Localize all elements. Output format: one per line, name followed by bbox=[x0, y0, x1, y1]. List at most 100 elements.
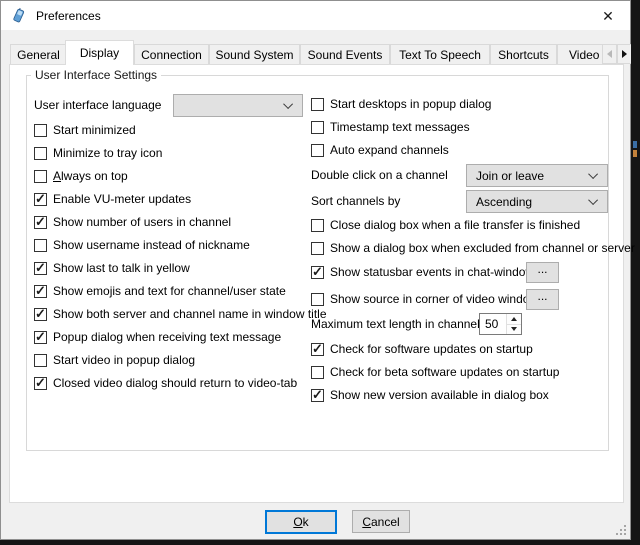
vu-meter-checkbox[interactable] bbox=[34, 193, 47, 206]
auto-expand-row: Auto expand channels bbox=[311, 142, 449, 158]
always-on-top-label[interactable]: Always on top bbox=[53, 169, 128, 183]
start-video-popup-label[interactable]: Start video in popup dialog bbox=[53, 353, 195, 367]
server-channel-title-label[interactable]: Show both server and channel name in win… bbox=[53, 307, 327, 321]
window-title: Preferences bbox=[36, 9, 101, 23]
vu-meter-row: Enable VU-meter updates bbox=[34, 191, 191, 207]
statusbar-events-more-button[interactable]: ... bbox=[526, 262, 559, 283]
title-bar[interactable]: Preferences ✕ bbox=[1, 1, 630, 30]
close-file-transfer-label[interactable]: Close dialog box when a file transfer is… bbox=[330, 218, 580, 232]
timestamp-checkbox[interactable] bbox=[311, 121, 324, 134]
tab-display[interactable]: Display bbox=[65, 40, 134, 65]
double-click-combobox[interactable]: Join or leave bbox=[466, 164, 608, 187]
spin-down-icon bbox=[511, 327, 517, 331]
start-video-popup-checkbox[interactable] bbox=[34, 354, 47, 367]
always-on-top-checkbox[interactable] bbox=[34, 170, 47, 183]
server-channel-title-row: Show both server and channel name in win… bbox=[34, 306, 327, 322]
max-text-length-spinner[interactable]: 50 bbox=[479, 313, 522, 335]
software-updates-checkbox[interactable] bbox=[311, 343, 324, 356]
timestamp-label[interactable]: Timestamp text messages bbox=[330, 120, 470, 134]
cancel-button[interactable]: Cancel bbox=[352, 510, 410, 533]
language-combobox[interactable] bbox=[173, 94, 303, 117]
popup-text-message-label[interactable]: Popup dialog when receiving text message bbox=[53, 330, 281, 344]
tab-connection[interactable]: Connection bbox=[134, 44, 209, 64]
tab-scroll-left-icon bbox=[607, 50, 612, 58]
statusbar-events-label[interactable]: Show statusbar events in chat-window bbox=[330, 265, 534, 279]
tab-video[interactable]: Video bbox=[557, 44, 603, 64]
emojis-checkbox[interactable] bbox=[34, 285, 47, 298]
closed-video-return-checkbox[interactable] bbox=[34, 377, 47, 390]
username-instead-checkbox[interactable] bbox=[34, 239, 47, 252]
max-text-length-value[interactable]: 50 bbox=[480, 314, 506, 334]
always-on-top-row: Always on top bbox=[34, 168, 128, 184]
video-source-checkbox[interactable] bbox=[311, 293, 324, 306]
popup-text-message-checkbox[interactable] bbox=[34, 331, 47, 344]
beta-updates-checkbox[interactable] bbox=[311, 366, 324, 379]
beta-updates-label[interactable]: Check for beta software updates on start… bbox=[330, 365, 559, 379]
spin-down-button[interactable] bbox=[507, 324, 521, 335]
beta-updates-row: Check for beta software updates on start… bbox=[311, 364, 559, 380]
username-instead-row: Show username instead of nickname bbox=[34, 237, 250, 253]
emojis-row: Show emojis and text for channel/user st… bbox=[34, 283, 286, 299]
timestamp-row: Timestamp text messages bbox=[311, 119, 470, 135]
spinner-buttons bbox=[506, 314, 521, 334]
new-version-dialog-row: Show new version available in dialog box bbox=[311, 387, 549, 403]
language-label: User interface language bbox=[34, 98, 161, 112]
start-minimized-checkbox[interactable] bbox=[34, 124, 47, 137]
excluded-dialog-row: Show a dialog box when excluded from cha… bbox=[311, 240, 635, 256]
sort-channels-value: Ascending bbox=[476, 195, 591, 209]
last-to-talk-label[interactable]: Show last to talk in yellow bbox=[53, 261, 190, 275]
max-text-length-label: Maximum text length in channel list bbox=[311, 317, 498, 331]
sort-channels-label: Sort channels by bbox=[311, 194, 400, 208]
minimize-to-tray-row: Minimize to tray icon bbox=[34, 145, 162, 161]
minimize-to-tray-label[interactable]: Minimize to tray icon bbox=[53, 146, 162, 160]
users-in-channel-checkbox[interactable] bbox=[34, 216, 47, 229]
start-minimized-row: Start minimized bbox=[34, 122, 136, 138]
start-video-popup-row: Start video in popup dialog bbox=[34, 352, 195, 368]
spin-up-button[interactable] bbox=[507, 314, 521, 324]
software-updates-label[interactable]: Check for software updates on startup bbox=[330, 342, 533, 356]
emojis-label[interactable]: Show emojis and text for channel/user st… bbox=[53, 284, 286, 298]
tab-sound-system[interactable]: Sound System bbox=[209, 44, 300, 64]
spin-up-icon bbox=[511, 317, 517, 321]
video-source-label[interactable]: Show source in corner of video window bbox=[330, 292, 538, 306]
tab-text-to-speech[interactable]: Text To Speech bbox=[390, 44, 490, 64]
username-instead-label[interactable]: Show username instead of nickname bbox=[53, 238, 250, 252]
tab-scroll-right-button[interactable] bbox=[617, 44, 631, 64]
start-desktops-row: Start desktops in popup dialog bbox=[311, 96, 491, 112]
users-in-channel-row: Show number of users in channel bbox=[34, 214, 231, 230]
excluded-dialog-label[interactable]: Show a dialog box when excluded from cha… bbox=[330, 241, 635, 255]
closed-video-return-row: Closed video dialog should return to vid… bbox=[34, 375, 297, 391]
tab-scroll-right-icon bbox=[622, 50, 627, 58]
last-to-talk-row: Show last to talk in yellow bbox=[34, 260, 190, 276]
last-to-talk-checkbox[interactable] bbox=[34, 262, 47, 275]
users-in-channel-label[interactable]: Show number of users in channel bbox=[53, 215, 231, 229]
start-desktops-label[interactable]: Start desktops in popup dialog bbox=[330, 97, 491, 111]
close-icon[interactable]: ✕ bbox=[596, 5, 620, 27]
vu-meter-label[interactable]: Enable VU-meter updates bbox=[53, 192, 191, 206]
minimize-to-tray-checkbox[interactable] bbox=[34, 147, 47, 160]
tab-general[interactable]: General bbox=[10, 44, 67, 64]
new-version-dialog-checkbox[interactable] bbox=[311, 389, 324, 402]
background-artifact bbox=[633, 141, 637, 148]
video-source-row: Show source in corner of video window bbox=[311, 291, 538, 307]
tab-sound-events[interactable]: Sound Events bbox=[300, 44, 390, 64]
tab-shortcuts[interactable]: Shortcuts bbox=[490, 44, 557, 64]
auto-expand-checkbox[interactable] bbox=[311, 144, 324, 157]
close-file-transfer-checkbox[interactable] bbox=[311, 219, 324, 232]
new-version-dialog-label[interactable]: Show new version available in dialog box bbox=[330, 388, 549, 402]
background-artifact bbox=[633, 150, 637, 157]
start-minimized-label[interactable]: Start minimized bbox=[53, 123, 136, 137]
max-text-length-row: Maximum text length in channel list bbox=[311, 316, 498, 332]
excluded-dialog-checkbox[interactable] bbox=[311, 242, 324, 255]
double-click-label: Double click on a channel bbox=[311, 168, 448, 182]
resize-grip[interactable] bbox=[616, 525, 627, 536]
auto-expand-label[interactable]: Auto expand channels bbox=[330, 143, 449, 157]
sort-channels-combobox[interactable]: Ascending bbox=[466, 190, 608, 213]
closed-video-return-label[interactable]: Closed video dialog should return to vid… bbox=[53, 376, 297, 390]
server-channel-title-checkbox[interactable] bbox=[34, 308, 47, 321]
video-source-more-button[interactable]: ... bbox=[526, 289, 559, 310]
start-desktops-checkbox[interactable] bbox=[311, 98, 324, 111]
ok-button[interactable]: Ok bbox=[265, 510, 337, 534]
statusbar-events-checkbox[interactable] bbox=[311, 266, 324, 279]
tab-scroll-left-button[interactable] bbox=[602, 44, 617, 64]
